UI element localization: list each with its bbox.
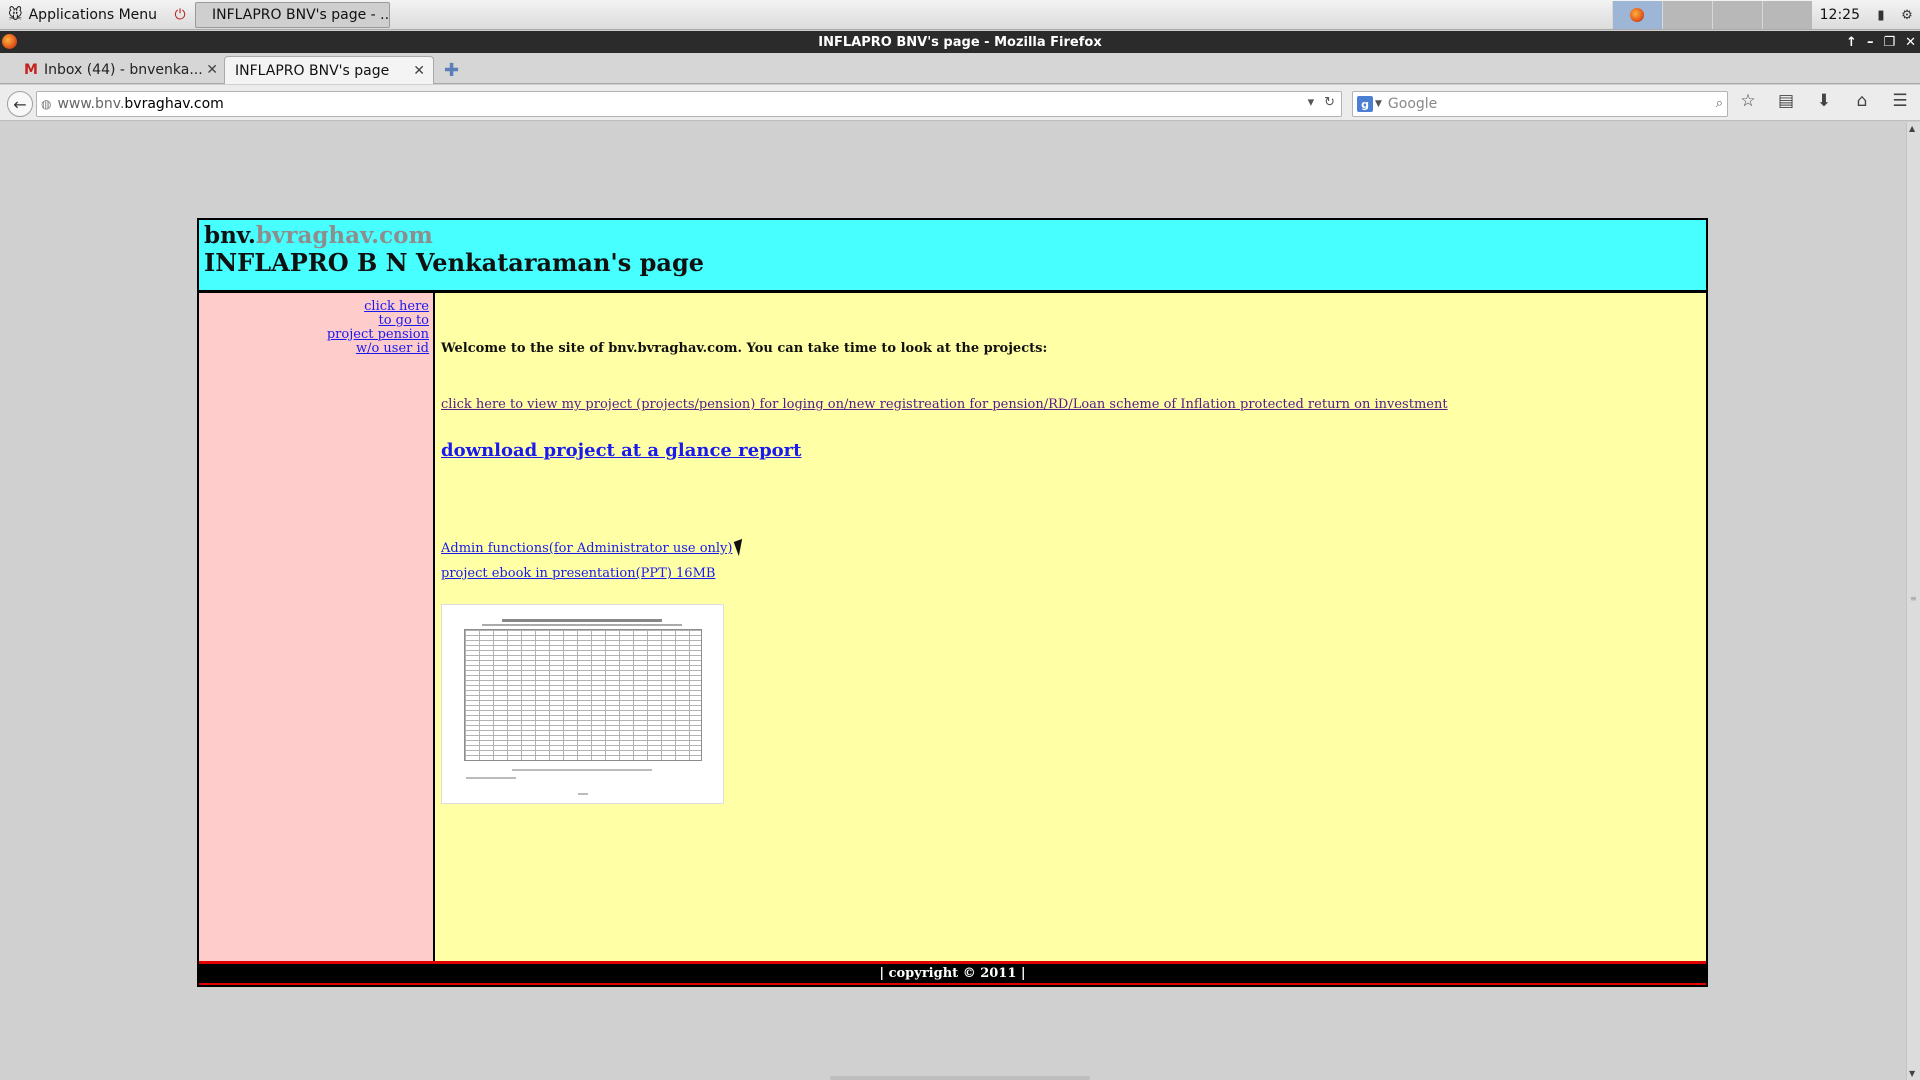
- desktop-taskbar: 🐭 Applications Menu ⏻ INFLAPRO BNV's pag…: [0, 0, 1920, 30]
- sidebar-link-line[interactable]: click here: [327, 300, 429, 314]
- scroll-up-icon[interactable]: ▲: [1909, 124, 1915, 133]
- applications-menu-button[interactable]: 🐭 Applications Menu: [0, 0, 165, 30]
- system-tray-icon[interactable]: ⚙: [1894, 2, 1920, 28]
- sidebar-link-line[interactable]: to go to: [327, 314, 429, 328]
- search-engine-dropdown-icon[interactable]: ▼: [1375, 99, 1382, 109]
- url-bar[interactable]: ◍ www.bnv. bvraghav.com ▾ ↻: [36, 91, 1342, 117]
- view-project-link[interactable]: click here to view my project (projects/…: [441, 397, 1448, 412]
- google-search-engine-icon[interactable]: g: [1357, 96, 1373, 112]
- close-tab-icon[interactable]: ✕: [413, 63, 425, 79]
- brand-bold: bnv.: [204, 222, 256, 249]
- back-button[interactable]: ←: [7, 91, 33, 117]
- minimize-icon[interactable]: –: [1867, 35, 1874, 50]
- thumbnail-page-number: [578, 793, 588, 795]
- new-tab-icon[interactable]: ✚: [444, 60, 459, 81]
- search-placeholder: Google: [1387, 96, 1438, 112]
- admin-functions-link[interactable]: Admin functions(for Administrator use on…: [441, 541, 732, 556]
- network-signal-icon[interactable]: ▮: [1868, 2, 1894, 28]
- reload-icon[interactable]: ↻: [1324, 95, 1335, 110]
- site-sidebar: click here to go to project pension w/o …: [199, 293, 435, 961]
- ebook-ppt-link[interactable]: project ebook in presentation(PPT) 16MB: [441, 566, 715, 581]
- thumbnail-footnote: [512, 769, 652, 771]
- firefox-icon: [1630, 8, 1645, 22]
- tab-label: Inbox (44) - bnvenka...: [43, 62, 203, 78]
- site-brand: bnv.bvraghav.com: [204, 222, 433, 249]
- site-header: bnv.bvraghav.com INFLAPRO B N Venkataram…: [199, 220, 1706, 293]
- url-host: bvraghav.com: [124, 96, 224, 112]
- scroll-down-icon[interactable]: ▼: [1909, 1069, 1915, 1078]
- tab-inflapro[interactable]: INFLAPRO BNV's page ✕: [224, 56, 434, 84]
- restore-icon[interactable]: ❐: [1883, 35, 1895, 50]
- close-icon[interactable]: ✕: [1905, 35, 1916, 50]
- downloads-icon[interactable]: ⬇: [1812, 91, 1836, 111]
- site-container: bnv.bvraghav.com INFLAPRO B N Venkataram…: [197, 218, 1708, 987]
- site-main-content: Welcome to the site of bnv.bvraghav.com.…: [437, 293, 1706, 961]
- sidebar-link-line[interactable]: w/o user id: [327, 342, 429, 356]
- page-title: INFLAPRO B N Venkataraman's page: [204, 248, 705, 277]
- firefox-icon[interactable]: [2, 34, 17, 49]
- thumbnail-footnote: [466, 777, 516, 779]
- thumbnail-table: [464, 629, 702, 761]
- brand-gray: bvraghav.com: [255, 222, 433, 249]
- maximize-up-icon[interactable]: ↑: [1846, 35, 1857, 50]
- tab-strip: M Inbox (44) - bnvenka... ✕ INFLAPRO BNV…: [0, 53, 1920, 84]
- applications-menu-label: Applications Menu: [28, 6, 158, 23]
- home-icon[interactable]: ⌂: [1850, 91, 1874, 111]
- gmail-icon: M: [24, 62, 38, 78]
- tab-label: INFLAPRO BNV's page: [235, 62, 390, 79]
- copyright-text: | copyright © 2011 |: [879, 966, 1026, 981]
- logout-icon[interactable]: ⏻: [169, 4, 191, 26]
- bookmarks-menu-icon[interactable]: ▤: [1774, 91, 1798, 111]
- search-go-icon[interactable]: ⌕: [1716, 96, 1723, 111]
- vertical-scrollbar[interactable]: ▲ ≡ ▼: [1906, 122, 1920, 1080]
- bookmark-star-icon[interactable]: ☆: [1736, 91, 1760, 111]
- horizontal-scrollbar[interactable]: [830, 1076, 1090, 1080]
- site-footer: | copyright © 2011 |: [199, 961, 1706, 985]
- navigation-toolbar: ← ◍ www.bnv. bvraghav.com ▾ ↻ g ▼ Google …: [0, 85, 1920, 121]
- download-report-link[interactable]: download project at a glance report: [441, 440, 801, 461]
- workspace-1[interactable]: [1611, 1, 1662, 29]
- taskbar-window-label: INFLAPRO BNV's page - ...: [212, 6, 391, 23]
- url-dropdown-icon[interactable]: ▾: [1308, 95, 1315, 110]
- scroll-grip-icon[interactable]: ≡: [1910, 594, 1918, 603]
- back-arrow-icon: ←: [13, 94, 27, 114]
- taskbar-window-button[interactable]: INFLAPRO BNV's page - ...: [195, 1, 391, 28]
- pension-table-thumbnail[interactable]: [441, 604, 724, 804]
- xfce-mouse-icon: 🐭: [8, 6, 23, 23]
- sidebar-link-line[interactable]: project pension: [327, 328, 429, 342]
- project-pension-link[interactable]: click here to go to project pension w/o …: [327, 300, 429, 356]
- clock[interactable]: 12:25: [1812, 7, 1868, 23]
- workspace-3[interactable]: [1711, 1, 1762, 29]
- window-controls: ↑ – ❐ ✕: [1846, 31, 1916, 53]
- url-prefix: www.bnv.: [57, 96, 125, 112]
- window-titlebar: INFLAPRO BNV's page - Mozilla Firefox ↑ …: [0, 31, 1920, 53]
- close-tab-icon[interactable]: ✕: [206, 62, 218, 78]
- welcome-text: Welcome to the site of bnv.bvraghav.com.…: [441, 341, 1048, 356]
- window-title: INFLAPRO BNV's page - Mozilla Firefox: [818, 34, 1102, 50]
- search-bar[interactable]: g ▼ Google ⌕: [1352, 91, 1728, 117]
- workspace-2[interactable]: [1661, 1, 1712, 29]
- thumbnail-subheading: [482, 624, 682, 626]
- tab-gmail-inbox[interactable]: M Inbox (44) - bnvenka... ✕: [14, 56, 226, 84]
- thumbnail-heading: [502, 619, 662, 622]
- workspace-4[interactable]: [1761, 1, 1812, 29]
- menu-hamburger-icon[interactable]: ☰: [1888, 91, 1912, 111]
- site-identity-icon[interactable]: ◍: [41, 97, 51, 111]
